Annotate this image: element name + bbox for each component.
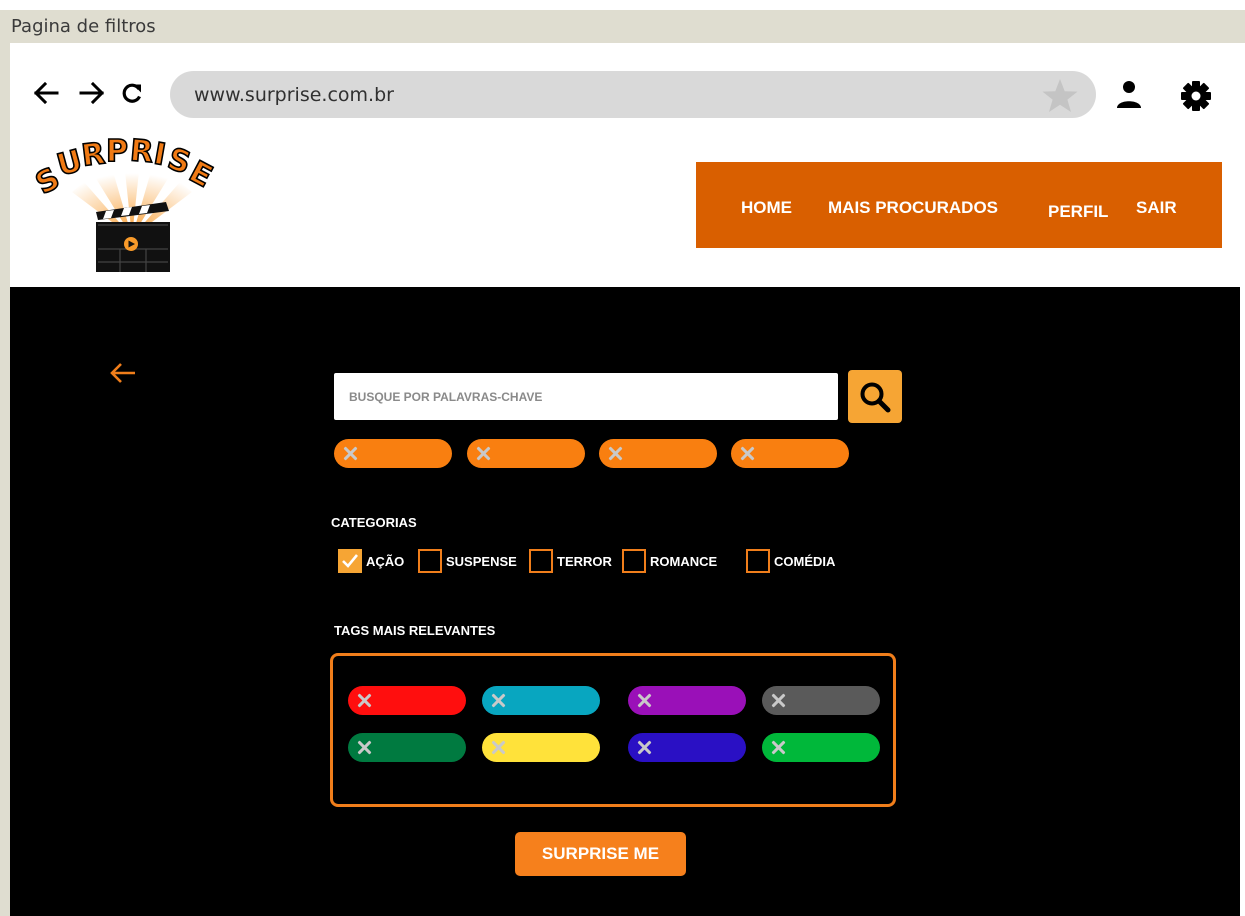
- bookmark-button[interactable]: [1040, 77, 1080, 115]
- browser-reload-button[interactable]: [116, 76, 148, 110]
- selected-filter-chip[interactable]: [334, 439, 452, 468]
- remove-x-icon[interactable]: [357, 693, 372, 708]
- checkbox[interactable]: [746, 549, 770, 573]
- forward-arrow-icon: [79, 82, 105, 104]
- category-checkbox-acao[interactable]: AÇÃO: [338, 547, 404, 575]
- categories-heading: CATEGORIAS: [331, 515, 417, 530]
- checkbox[interactable]: [338, 549, 362, 573]
- category-label: COMÉDIA: [774, 553, 836, 569]
- tag-chip[interactable]: [348, 686, 466, 715]
- svg-text:R: R: [129, 133, 155, 170]
- remove-x-icon[interactable]: [491, 693, 506, 708]
- category-checkbox-comedia[interactable]: COMÉDIA: [746, 547, 835, 575]
- keyword-search-input[interactable]: [334, 373, 838, 420]
- tag-chip[interactable]: [762, 733, 880, 762]
- tags-heading: TAGS MAIS RELEVANTES: [334, 623, 496, 638]
- category-label: AÇÃO: [366, 553, 405, 569]
- remove-x-icon[interactable]: [608, 446, 623, 461]
- svg-text:P: P: [106, 134, 128, 169]
- gear-icon: [1181, 81, 1211, 111]
- search-icon: [860, 382, 891, 412]
- nav-mais-procurados-link[interactable]: MAIS PROCURADOS: [828, 198, 998, 218]
- address-bar[interactable]: www.surprise.com.br: [170, 71, 1096, 118]
- check-icon: [342, 554, 359, 568]
- remove-x-icon[interactable]: [771, 740, 786, 755]
- back-arrow-icon: [33, 82, 59, 104]
- nav-home-link[interactable]: HOME: [741, 198, 792, 218]
- clapperboard-logo-image: S U R P R I S E: [29, 133, 219, 276]
- svg-text:R: R: [80, 136, 107, 174]
- browser-forward-button[interactable]: [76, 76, 108, 110]
- window-left-edge: [0, 43, 10, 916]
- browser-back-button[interactable]: [30, 76, 62, 110]
- selected-filter-chip[interactable]: [467, 439, 585, 468]
- remove-x-icon[interactable]: [637, 693, 652, 708]
- category-checkbox-romance[interactable]: ROMANCE: [622, 547, 717, 575]
- tag-chip[interactable]: [482, 686, 600, 715]
- selected-filter-chip[interactable]: [731, 439, 849, 468]
- main-navigation: HOME MAIS PROCURADOS PERFIL SAIR: [696, 162, 1222, 248]
- remove-x-icon[interactable]: [476, 446, 491, 461]
- checkbox[interactable]: [622, 549, 646, 573]
- reload-icon: [122, 83, 141, 103]
- user-icon: [1117, 81, 1141, 108]
- relevant-tags-panel: [330, 653, 896, 807]
- profile-button[interactable]: [1112, 78, 1146, 112]
- url-text: www.surprise.com.br: [194, 84, 394, 106]
- tag-chip[interactable]: [762, 686, 880, 715]
- nav-perfil-link[interactable]: PERFIL: [1048, 202, 1108, 222]
- tag-chip[interactable]: [628, 733, 746, 762]
- tag-chip[interactable]: [482, 733, 600, 762]
- settings-button[interactable]: [1178, 78, 1214, 114]
- checkbox[interactable]: [529, 549, 553, 573]
- window-title-bar: Pagina de filtros: [0, 10, 1245, 43]
- remove-x-icon[interactable]: [491, 740, 506, 755]
- category-label: ROMANCE: [650, 553, 718, 569]
- selected-filter-chip[interactable]: [599, 439, 717, 468]
- category-label: TERROR: [557, 553, 612, 569]
- checkbox[interactable]: [418, 549, 442, 573]
- category-checkbox-suspense[interactable]: SUSPENSE: [418, 547, 517, 575]
- remove-x-icon[interactable]: [357, 740, 372, 755]
- remove-x-icon[interactable]: [740, 446, 755, 461]
- category-checkbox-terror[interactable]: TERROR: [529, 547, 612, 575]
- nav-sair-link[interactable]: SAIR: [1136, 198, 1177, 218]
- star-icon: [1042, 79, 1078, 112]
- remove-x-icon[interactable]: [771, 693, 786, 708]
- category-label: SUSPENSE: [446, 553, 517, 569]
- window-right-edge: [1240, 43, 1245, 916]
- remove-x-icon[interactable]: [343, 446, 358, 461]
- window-title: Pagina de filtros: [11, 16, 156, 37]
- tag-chip[interactable]: [348, 733, 466, 762]
- page-back-button[interactable]: [108, 360, 138, 386]
- surprise-logo[interactable]: S U R P R I S E: [29, 132, 232, 276]
- tag-chip[interactable]: [628, 686, 746, 715]
- back-arrow-icon: [110, 363, 135, 383]
- surprise-me-button[interactable]: SURPRISE ME: [515, 832, 686, 876]
- remove-x-icon[interactable]: [637, 740, 652, 755]
- search-button[interactable]: [848, 370, 902, 423]
